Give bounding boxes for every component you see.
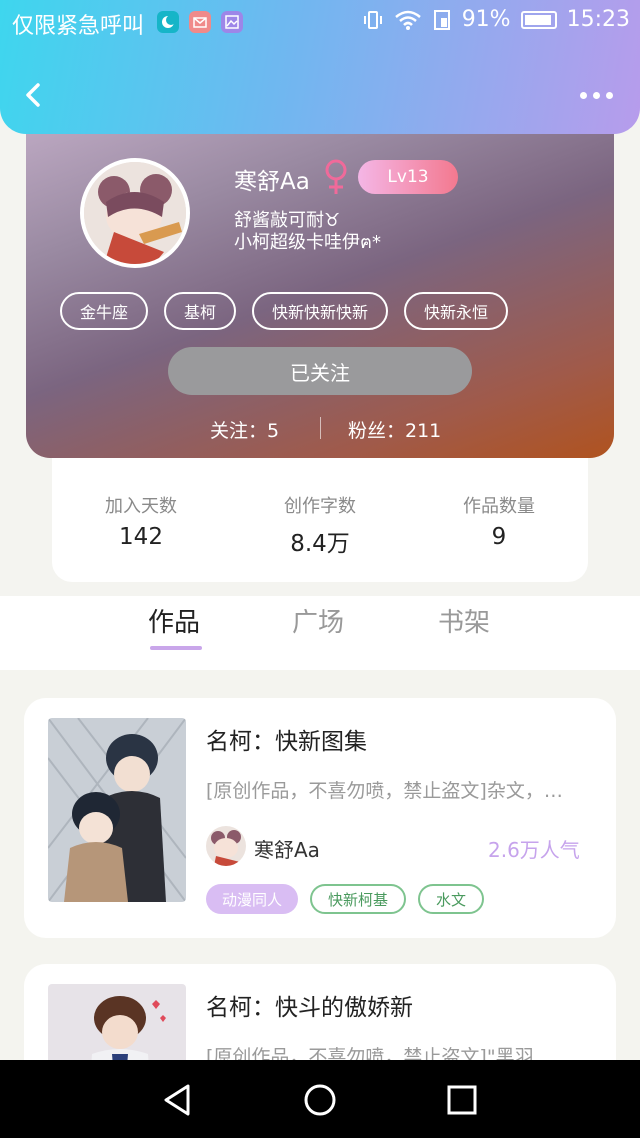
work-tag[interactable]: 快新柯基 <box>310 884 407 914</box>
profile-card: 寒舒Aa Lv13 舒酱敲可耐♉ 小柯超级卡哇伊ฅ* 金牛座 基柯 快新快新快新… <box>26 100 614 458</box>
vibrate-icon <box>363 10 382 29</box>
nav-recents-icon[interactable] <box>444 1082 480 1118</box>
work-popularity: 2.6万人气 <box>488 838 580 862</box>
work-title[interactable]: 名柯：快斗的傲娇新 <box>206 988 413 1022</box>
follow-counts: 关注：5 粉丝：211 <box>26 414 614 442</box>
stat-join-days: 加入天数 142 <box>52 492 230 550</box>
profile-tag[interactable]: 快新永恒 <box>404 292 509 330</box>
stat-value: 9 <box>491 524 507 550</box>
profile-tag[interactable]: 快新快新快新 <box>252 292 389 330</box>
work-author[interactable]: 寒舒Aa <box>254 834 320 863</box>
work-cover[interactable] <box>48 718 186 902</box>
wifi-icon <box>394 10 421 30</box>
level-badge: Lv13 <box>358 160 458 194</box>
stat-work-count: 作品数量 9 <box>410 492 588 550</box>
stats-card: 加入天数 142 创作字数 8.4万 作品数量 9 <box>52 448 588 582</box>
profile-tag[interactable]: 金牛座 <box>60 292 149 330</box>
tab-works[interactable]: 作品 <box>148 602 200 639</box>
more-icon[interactable] <box>580 82 620 108</box>
stat-value: 8.4万 <box>290 531 350 557</box>
work-description: [原创作品，不喜勿喷，禁止盗文]杂文，… <box>206 780 563 802</box>
stat-value: 142 <box>119 524 163 550</box>
username: 寒舒Aa <box>234 169 310 195</box>
back-icon[interactable] <box>20 80 46 110</box>
battery-percent: 91% <box>461 7 511 32</box>
tab-square[interactable]: 广场 <box>292 602 344 639</box>
author-avatar[interactable] <box>206 826 246 866</box>
tab-bar: 作品 广场 书架 <box>0 596 640 670</box>
signature: 舒酱敲可耐♉ 小柯超级卡哇伊ฅ* <box>234 210 382 253</box>
following-count[interactable]: 关注：5 <box>210 416 279 443</box>
work-tags: 动漫同人 快新柯基 水文 <box>206 884 485 914</box>
carrier-text: 仅限紧急呼叫 <box>12 14 145 39</box>
clock: 15:23 <box>566 7 630 32</box>
female-icon <box>322 158 350 196</box>
works-list: 名柯：快新图集 [原创作品，不喜勿喷，禁止盗文]杂文，… 寒舒Aa 2.6万人气… <box>0 670 640 1084</box>
status-bar: 仅限紧急呼叫 91% 15:23 <box>0 0 640 44</box>
system-nav-bar <box>0 1060 640 1138</box>
battery-icon <box>520 10 557 29</box>
profile-tag[interactable]: 基柯 <box>164 292 237 330</box>
nav-back-icon[interactable] <box>160 1082 196 1118</box>
follow-button[interactable]: 已关注 <box>168 347 472 395</box>
tab-bookshelf[interactable]: 书架 <box>438 602 490 639</box>
work-tag[interactable]: 动漫同人 <box>206 884 299 914</box>
stat-label: 作品数量 <box>463 496 535 517</box>
mail-icon <box>189 11 211 33</box>
profile-tags: 金牛座 基柯 快新快新快新 快新永恒 <box>60 292 509 330</box>
avatar[interactable] <box>80 158 190 268</box>
stat-label: 加入天数 <box>105 496 177 517</box>
nav-home-icon[interactable] <box>302 1082 338 1118</box>
stat-word-count: 创作字数 8.4万 <box>231 492 409 558</box>
gallery-icon <box>221 11 243 33</box>
work-card[interactable]: 名柯：快新图集 [原创作品，不喜勿喷，禁止盗文]杂文，… 寒舒Aa 2.6万人气… <box>24 698 616 938</box>
followers-count[interactable]: 粉丝：211 <box>348 416 441 443</box>
work-tag[interactable]: 水文 <box>418 884 485 914</box>
sim-icon <box>433 9 450 30</box>
divider <box>320 417 321 439</box>
moon-icon <box>157 11 179 33</box>
stat-label: 创作字数 <box>284 496 356 517</box>
work-title[interactable]: 名柯：快新图集 <box>206 722 367 756</box>
tab-indicator <box>150 646 202 650</box>
